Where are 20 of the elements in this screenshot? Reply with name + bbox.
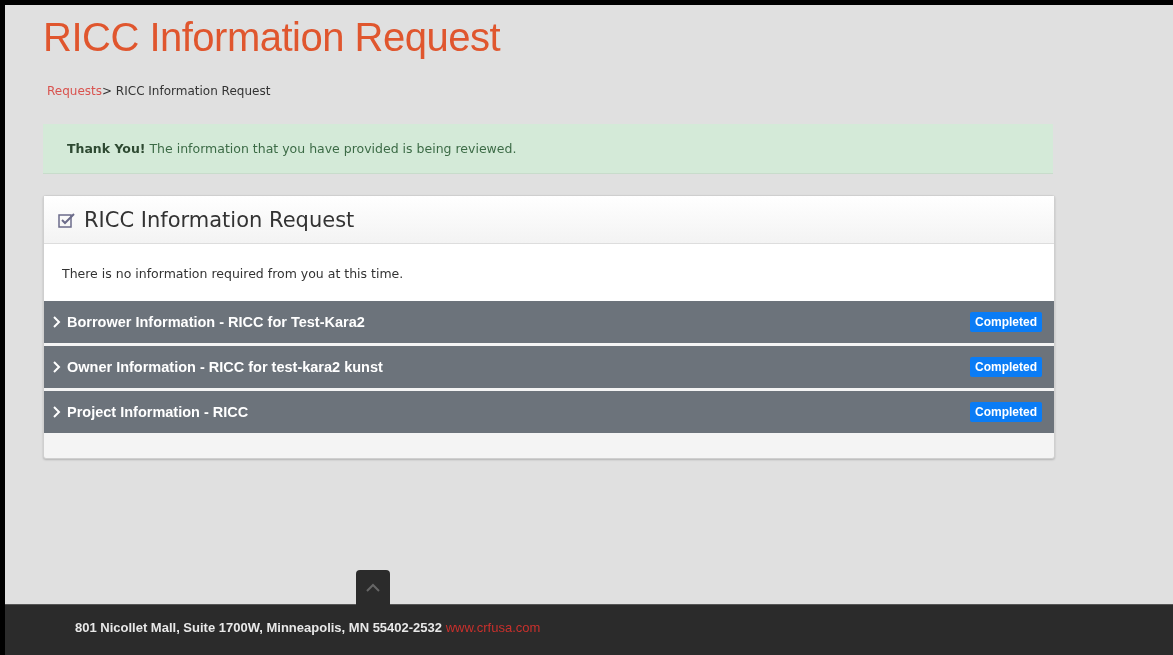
footer-address: 801 Nicollet Mall, Suite 1700W, Minneapolis, MN 55402-2532: [75, 620, 443, 635]
page-title: RICC Information Request: [43, 15, 502, 60]
status-badge: Completed: [970, 402, 1042, 422]
section-title: Owner Information - RICC for test-kara2 kunst: [67, 359, 384, 375]
breadcrumb-current: > RICC Information Request: [102, 84, 271, 98]
breadcrumb-link[interactable]: Requests: [47, 84, 102, 98]
accordion-row[interactable]: Project Information - RICC Completed: [44, 391, 1054, 433]
accordion-row[interactable]: Borrower Information - RICC for Test-Kara2 Completed: [44, 301, 1054, 343]
panel-title: RICC Information Request: [84, 207, 355, 232]
scroll-top-button[interactable]: [356, 570, 390, 605]
success-alert: Thank You! The information that you have provided is being reviewed.: [43, 124, 1053, 174]
status-badge: Completed: [970, 312, 1042, 332]
panel-message: There is no information required from you at this time.: [62, 266, 404, 281]
caret-up-icon: [365, 583, 381, 592]
website-link[interactable]: www.crfusa.com: [445, 620, 541, 635]
section-title: Borrower Information - RICC for Test-Kara2: [67, 314, 366, 330]
accordion-row[interactable]: Owner Information - RICC for test-kara2 kunst Completed: [44, 346, 1054, 388]
section-title: Project Information - RICC: [67, 404, 250, 420]
status-badge: Completed: [970, 357, 1042, 377]
checkbox-icon: [58, 211, 76, 228]
